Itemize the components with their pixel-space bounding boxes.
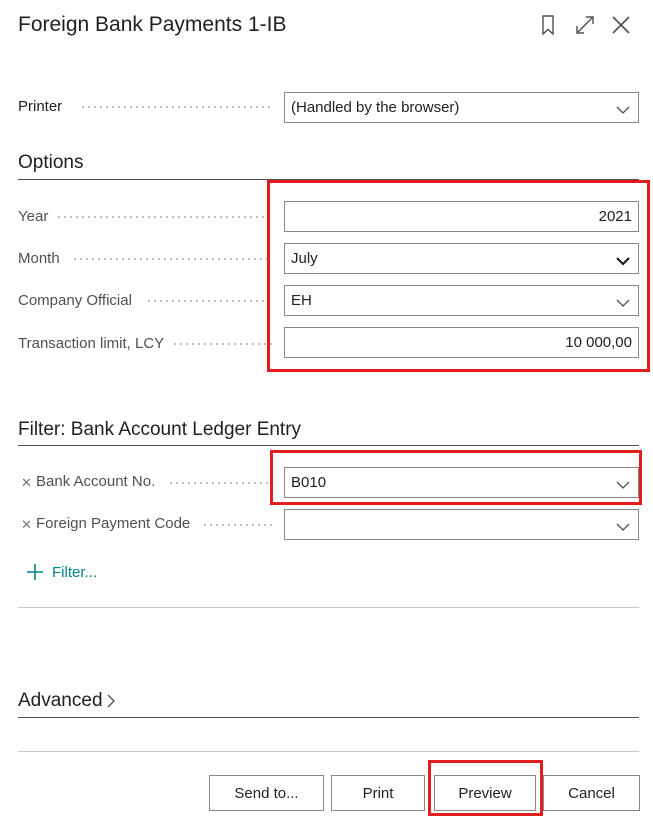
filter-section-title: Filter: Bank Account Ledger Entry — [18, 419, 302, 440]
section-divider — [18, 717, 639, 718]
chevron-down-icon — [616, 102, 630, 114]
leader-dots — [80, 106, 272, 108]
printer-select[interactable]: (Handled by the browser) — [284, 92, 639, 123]
transaction-limit-label: Transaction limit, LCY — [18, 335, 165, 352]
leader-dots — [146, 300, 272, 302]
dialog-title: Foreign Bank Payments 1-IB — [18, 13, 287, 36]
printer-label: Printer — [18, 98, 63, 115]
bookmark-icon[interactable] — [536, 13, 560, 37]
printer-value: (Handled by the browser) — [291, 99, 460, 116]
print-button[interactable]: Print — [331, 775, 425, 811]
year-label: Year — [18, 208, 49, 225]
chevron-down-icon — [616, 519, 630, 531]
add-filter-link[interactable]: Filter... — [26, 563, 97, 581]
leader-dots — [168, 482, 272, 484]
advanced-label: Advanced — [18, 690, 103, 711]
chevron-right-icon — [106, 693, 116, 709]
leader-dots — [56, 216, 272, 218]
company-official-label: Company Official — [18, 292, 132, 309]
section-divider — [18, 445, 639, 446]
cancel-button[interactable]: Cancel — [543, 775, 640, 811]
close-icon[interactable] — [609, 13, 633, 37]
month-label: Month — [18, 250, 60, 267]
leader-dots — [172, 343, 272, 345]
options-section-title[interactable]: Options — [18, 152, 83, 174]
bank-account-highlight-box — [270, 450, 642, 505]
footer-divider — [18, 751, 639, 752]
advanced-section-toggle[interactable]: Advanced — [18, 690, 116, 712]
section-divider — [18, 607, 639, 608]
expand-icon[interactable] — [573, 13, 597, 37]
foreign-payment-code-select[interactable] — [284, 509, 639, 540]
remove-filter-icon[interactable]: ✕ — [21, 517, 32, 533]
plus-icon — [26, 563, 44, 581]
options-highlight-box — [267, 180, 650, 372]
add-filter-label: Filter... — [52, 563, 98, 581]
leader-dots — [72, 258, 272, 260]
remove-filter-icon[interactable]: ✕ — [21, 475, 32, 491]
foreign-payment-code-label: Foreign Payment Code — [36, 515, 191, 532]
leader-dots — [202, 524, 272, 526]
send-to-button[interactable]: Send to... — [209, 775, 324, 811]
preview-highlight-box — [428, 760, 543, 816]
bank-account-no-label: Bank Account No. — [36, 473, 156, 490]
